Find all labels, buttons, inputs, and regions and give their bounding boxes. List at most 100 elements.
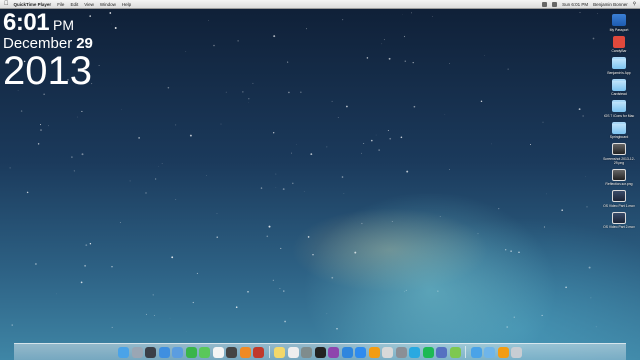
- star: [331, 100, 333, 102]
- finder-icon[interactable]: [118, 346, 129, 358]
- desktop-icon-label: Screenshot 2013-12-29.png: [603, 156, 635, 165]
- star: [561, 209, 564, 212]
- menu-file[interactable]: File: [57, 2, 64, 7]
- star: [312, 254, 314, 256]
- star: [363, 143, 365, 144]
- star: [383, 39, 385, 41]
- star: [432, 16, 434, 18]
- star: [586, 206, 588, 208]
- star: [541, 314, 543, 316]
- desktop-icon[interactable]: CandyBar: [602, 35, 636, 53]
- menu-edit[interactable]: Edit: [70, 2, 78, 7]
- star: [310, 153, 313, 156]
- star: [235, 306, 238, 309]
- camera-icon[interactable]: [226, 346, 237, 358]
- desktop-icon[interactable]: Cardstead: [602, 78, 636, 96]
- spotify-icon[interactable]: [422, 346, 434, 358]
- desktop-icon[interactable]: OS Video Part 2.mov: [602, 211, 636, 229]
- photo-booth-icon[interactable]: [253, 346, 264, 358]
- twitter-icon[interactable]: [409, 346, 420, 358]
- iphoto-icon[interactable]: [239, 346, 251, 358]
- mission-control-icon[interactable]: [145, 346, 156, 358]
- menu-help[interactable]: Help: [122, 2, 131, 7]
- star: [405, 289, 407, 291]
- app-store-icon[interactable]: [355, 346, 366, 358]
- star: [388, 57, 391, 60]
- desktop-icon-label: OS Video Part 1.mov: [603, 203, 635, 208]
- music-icon[interactable]: [497, 346, 509, 358]
- star: [152, 294, 154, 296]
- preview-icon[interactable]: [301, 346, 312, 358]
- desktop-icon[interactable]: iOS 7 iCons for Mac: [602, 100, 636, 118]
- star: [477, 233, 479, 235]
- star: [406, 170, 409, 173]
- clock-time: 6:01: [3, 9, 50, 36]
- star: [158, 166, 160, 167]
- star: [381, 43, 383, 45]
- desktop-icon[interactable]: My Passport: [602, 14, 636, 32]
- star: [413, 105, 416, 108]
- volume-icon[interactable]: [552, 1, 558, 7]
- facetime-icon[interactable]: [185, 346, 197, 358]
- star: [213, 44, 215, 47]
- spotlight-icon[interactable]: ⚲: [633, 1, 636, 7]
- launchpad-icon[interactable]: [131, 346, 143, 358]
- apple-menu-icon[interactable]: : [4, 1, 9, 7]
- downloads-icon[interactable]: [470, 346, 482, 358]
- user-menu[interactable]: Benjamin Bonner: [593, 2, 628, 7]
- star: [43, 93, 45, 95]
- star: [506, 326, 509, 328]
- star: [189, 134, 192, 137]
- star: [331, 276, 334, 279]
- menubar-clock[interactable]: Sun 6:01 PM: [562, 2, 588, 7]
- desktop-icon[interactable]: OS Video Part 1.mov: [602, 190, 636, 208]
- mail-icon[interactable]: [172, 346, 183, 358]
- star: [73, 170, 75, 172]
- star: [220, 123, 222, 125]
- star: [590, 297, 592, 299]
- desktop-icon[interactable]: Springboard: [602, 121, 636, 139]
- star: [518, 251, 520, 253]
- settings-icon[interactable]: [395, 346, 407, 358]
- itunes-icon[interactable]: [341, 346, 353, 358]
- star: [307, 236, 310, 238]
- star: [582, 115, 584, 117]
- desktop-icon[interactable]: Reflection-scr.png: [602, 168, 636, 186]
- safari-icon[interactable]: [158, 346, 170, 358]
- messages-icon[interactable]: [199, 346, 210, 358]
- textedit-icon[interactable]: [287, 346, 299, 358]
- star: [252, 82, 254, 84]
- wallpaper-stars: [9, 12, 598, 332]
- star: [592, 37, 595, 40]
- maps-icon[interactable]: [449, 346, 461, 358]
- star: [287, 61, 289, 63]
- star: [138, 137, 140, 139]
- trash-icon[interactable]: [511, 346, 522, 358]
- desktop-icon[interactable]: Screenshot 2013-12-29.png: [602, 143, 636, 165]
- star: [336, 328, 338, 330]
- calendar-icon[interactable]: [212, 346, 224, 358]
- desktop-icon[interactable]: Benjamin's App: [602, 57, 636, 75]
- desktop-icon-label: OS Video Part 2.mov: [603, 225, 635, 229]
- imovie-icon[interactable]: [328, 346, 339, 358]
- star: [337, 117, 339, 119]
- game-center-icon[interactable]: [382, 346, 393, 358]
- star: [11, 324, 13, 326]
- menu-view[interactable]: View: [84, 2, 94, 7]
- star: [84, 264, 87, 267]
- app-menu[interactable]: QuickTime Player: [14, 2, 52, 7]
- desktop-icon-label: Cardstead: [611, 92, 627, 96]
- star: [248, 98, 250, 100]
- notes-icon[interactable]: [274, 346, 285, 358]
- ibooks-icon[interactable]: [368, 346, 380, 358]
- xcode-icon[interactable]: [436, 346, 447, 358]
- documents-icon[interactable]: [484, 346, 495, 358]
- wifi-icon[interactable]: [542, 1, 548, 7]
- star: [34, 263, 37, 265]
- dvd-player-icon[interactable]: [314, 346, 326, 358]
- menu-window[interactable]: Window: [100, 2, 116, 7]
- star: [326, 146, 328, 148]
- star: [81, 153, 84, 156]
- star: [56, 293, 57, 295]
- star: [206, 175, 207, 176]
